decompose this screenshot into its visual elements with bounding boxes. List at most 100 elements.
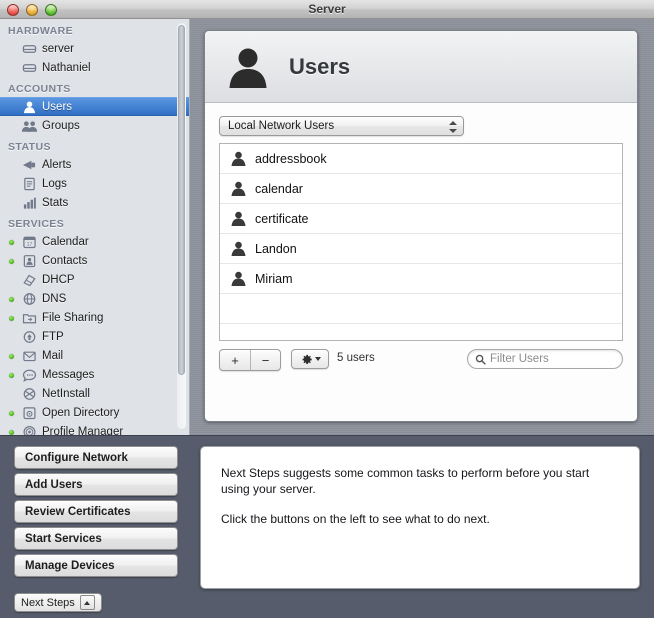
sidebar-item-file-sharing[interactable]: File Sharing bbox=[0, 308, 189, 327]
next-steps-button-list: Configure Network Add Users Review Certifi… bbox=[14, 446, 178, 581]
service-status-indicator bbox=[9, 429, 14, 435]
sidebar-item-calendar[interactable]: 17 Calendar bbox=[0, 232, 189, 251]
next-steps-button-add-users[interactable]: Add Users bbox=[14, 473, 178, 496]
user-avatar-icon bbox=[230, 210, 247, 227]
bar-chart-icon bbox=[22, 196, 37, 210]
dhcp-icon bbox=[22, 273, 37, 287]
next-steps-toggle-label: Next Steps bbox=[21, 596, 75, 609]
user-name: calendar bbox=[255, 181, 303, 196]
messages-icon bbox=[22, 368, 37, 382]
list-empty-row bbox=[220, 294, 622, 324]
main-content: Users Local Network Users addressbook cal… bbox=[190, 19, 654, 435]
ftp-icon bbox=[22, 330, 37, 344]
sidebar-item-label: Alerts bbox=[42, 158, 72, 171]
sidebar-item-label: Contacts bbox=[42, 254, 88, 267]
user-row[interactable]: Miriam bbox=[220, 264, 622, 294]
user-name: Miriam bbox=[255, 271, 293, 286]
filter-users-input[interactable]: Filter Users bbox=[467, 349, 623, 369]
search-icon bbox=[475, 354, 486, 365]
sidebar-item-dns[interactable]: DNS bbox=[0, 289, 189, 308]
next-steps-button-manage-devices[interactable]: Manage Devices bbox=[14, 554, 178, 577]
sidebar-item-contacts[interactable]: Contacts bbox=[0, 251, 189, 270]
next-steps-drawer: Configure Network Add Users Review Certifi… bbox=[0, 435, 654, 618]
sidebar-item-stats[interactable]: Stats bbox=[0, 193, 189, 212]
sidebar-item-groups[interactable]: Groups bbox=[0, 116, 189, 135]
users-panel: Users Local Network Users addressbook cal… bbox=[204, 30, 638, 422]
sidebar-item-alerts[interactable]: Alerts bbox=[0, 155, 189, 174]
sidebar-item-nathaniel[interactable]: Nathaniel bbox=[0, 58, 189, 77]
sidebar: HARDWARE server Nathaniel ACCOUNTS Users Grou… bbox=[0, 19, 190, 435]
sidebar-item-label: File Sharing bbox=[42, 311, 104, 324]
scope-popup-value: Local Network Users bbox=[228, 120, 335, 132]
sidebar-item-label: Mail bbox=[42, 349, 64, 362]
folder-icon bbox=[22, 311, 37, 325]
user-name: addressbook bbox=[255, 151, 327, 166]
next-steps-toggle-button[interactable]: Next Steps bbox=[14, 593, 102, 612]
sidebar-item-dhcp[interactable]: DHCP bbox=[0, 270, 189, 289]
sidebar-item-netinstall[interactable]: NetInstall bbox=[0, 384, 189, 403]
contacts-icon bbox=[22, 254, 37, 268]
sidebar-item-label: Profile Manager bbox=[42, 425, 124, 436]
sidebar-item-logs[interactable]: Logs bbox=[0, 174, 189, 193]
sidebar-item-users[interactable]: Users bbox=[0, 97, 189, 116]
sidebar-item-label: Logs bbox=[42, 177, 67, 190]
group-icon bbox=[22, 119, 37, 133]
sidebar-item-profile-manager[interactable]: Profile Manager bbox=[0, 422, 189, 435]
remove-user-button[interactable]: − bbox=[250, 350, 280, 370]
user-avatar-icon bbox=[230, 240, 247, 257]
service-status-indicator bbox=[9, 258, 14, 264]
sidebar-item-label: FTP bbox=[42, 330, 64, 343]
user-count-label: 5 users bbox=[337, 352, 375, 364]
next-steps-button-start-services[interactable]: Start Services bbox=[14, 527, 178, 550]
add-user-button[interactable]: + bbox=[220, 350, 250, 370]
scope-popup-button[interactable]: Local Network Users bbox=[219, 116, 464, 136]
sidebar-section-header: HARDWARE bbox=[8, 25, 74, 37]
server-icon bbox=[22, 61, 37, 75]
netinstall-icon bbox=[22, 387, 37, 401]
document-icon bbox=[22, 177, 37, 191]
sidebar-item-ftp[interactable]: FTP bbox=[0, 327, 189, 346]
service-status-indicator bbox=[9, 353, 14, 359]
next-steps-button-configure-network[interactable]: Configure Network bbox=[14, 446, 178, 469]
user-row[interactable]: addressbook bbox=[220, 144, 622, 174]
sidebar-scrollbar-thumb[interactable] bbox=[178, 25, 185, 375]
sidebar-item-label: server bbox=[42, 42, 74, 55]
disclosure-box bbox=[79, 595, 95, 610]
sidebar-item-label: Groups bbox=[42, 119, 80, 132]
sidebar-section-header: STATUS bbox=[8, 141, 51, 153]
gear-icon bbox=[300, 353, 313, 366]
window-title: Server bbox=[308, 2, 346, 16]
sidebar-item-label: Messages bbox=[42, 368, 95, 381]
sidebar-item-label: DHCP bbox=[42, 273, 75, 286]
user-avatar-icon bbox=[230, 180, 247, 197]
sidebar-item-open-directory[interactable]: Open Directory bbox=[0, 403, 189, 422]
window-titlebar: Server bbox=[0, 0, 654, 19]
mail-icon bbox=[22, 349, 37, 363]
scope-popup-row: Local Network Users bbox=[205, 103, 637, 136]
user-avatar-icon bbox=[230, 270, 247, 287]
page-title: Users bbox=[289, 53, 351, 79]
actions-gear-menu-button[interactable] bbox=[291, 349, 329, 369]
sidebar-item-label: Nathaniel bbox=[42, 61, 91, 74]
open-directory-icon bbox=[22, 406, 37, 420]
service-status-indicator bbox=[9, 296, 14, 302]
next-steps-button-review-certificates[interactable]: Review Certificates bbox=[14, 500, 178, 523]
megaphone-icon bbox=[22, 158, 37, 172]
sidebar-item-server[interactable]: server bbox=[0, 39, 189, 58]
user-row[interactable]: calendar bbox=[220, 174, 622, 204]
service-status-indicator bbox=[9, 372, 14, 378]
user-row[interactable]: Landon bbox=[220, 234, 622, 264]
sidebar-item-mail[interactable]: Mail bbox=[0, 346, 189, 365]
svg-text:17: 17 bbox=[27, 241, 33, 247]
sidebar-item-messages[interactable]: Messages bbox=[0, 365, 189, 384]
sidebar-item-label: Stats bbox=[42, 196, 69, 209]
chevron-up-icon bbox=[84, 600, 91, 605]
list-empty-row bbox=[220, 324, 622, 340]
server-icon bbox=[22, 42, 37, 56]
user-row[interactable]: certificate bbox=[220, 204, 622, 234]
users-list[interactable]: addressbook calendar certificate Landon Miri… bbox=[219, 143, 623, 341]
dns-icon bbox=[22, 292, 37, 306]
sidebar-scrollbar[interactable] bbox=[177, 23, 186, 429]
chevron-down-icon bbox=[314, 357, 321, 361]
service-status-indicator bbox=[9, 239, 14, 245]
